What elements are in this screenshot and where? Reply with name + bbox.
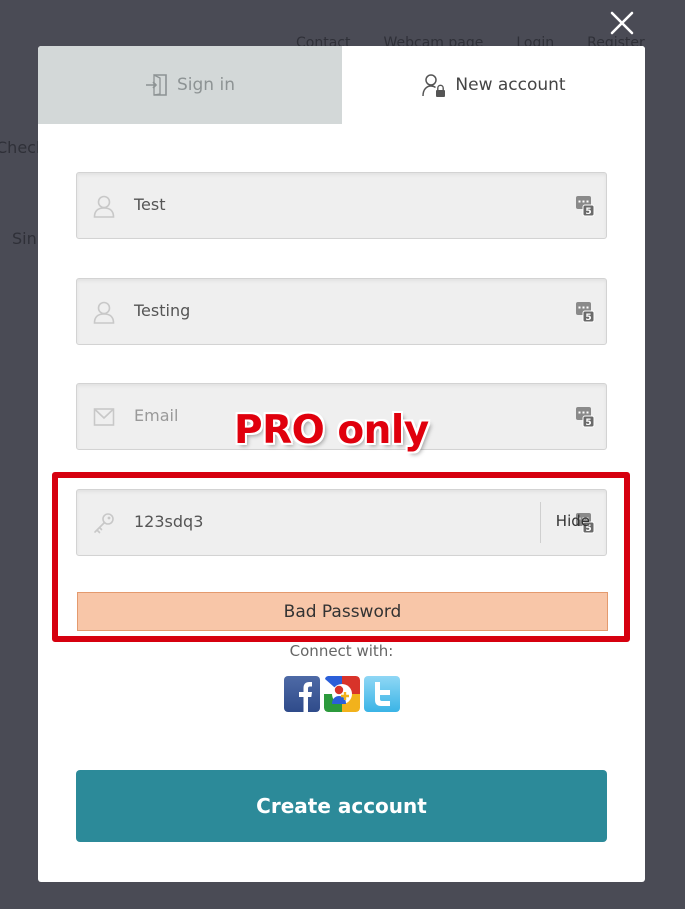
last-name-field[interactable]: Testing 5 [76,278,607,345]
facebook-icon [299,682,312,712]
pro-only-highlight-box [52,472,630,642]
tab-sign-in[interactable]: Sign in [38,46,342,124]
tab-new-account[interactable]: New account [342,46,645,124]
tab-new-account-label: New account [455,75,566,95]
email-placeholder: Email [134,406,179,425]
twitter-login-button[interactable] [364,676,400,712]
password-manager-icon[interactable]: 5 [575,406,595,428]
google-icon [324,676,360,712]
social-login-buttons [284,676,400,712]
user-icon [93,301,115,324]
svg-text:5: 5 [585,313,591,323]
first-name-field[interactable]: Test 5 [76,172,607,239]
close-button[interactable] [609,10,635,36]
close-icon [610,11,634,35]
user-icon [93,195,115,218]
facebook-login-button[interactable] [284,676,320,712]
first-name-value: Test [134,195,166,214]
envelope-icon [93,408,115,426]
auth-modal: Sign in New account Test 5 Testing 5 Ema… [38,46,645,882]
pro-only-label: PRO only [234,408,429,453]
create-account-button[interactable]: Create account [76,770,607,842]
password-manager-icon[interactable]: 5 [575,301,595,323]
tab-sign-in-label: Sign in [177,75,235,95]
svg-text:5: 5 [585,207,591,217]
svg-text:5: 5 [585,418,591,428]
user-lock-icon [422,74,446,97]
last-name-value: Testing [134,301,191,320]
google-login-button[interactable] [324,676,360,712]
sign-in-icon [146,73,167,96]
connect-with-label: Connect with: [289,642,394,660]
tab-bar: Sign in New account [38,46,645,124]
twitter-icon [375,682,390,706]
bg-side-text: Sin [12,229,37,248]
password-manager-icon[interactable]: 5 [575,195,595,217]
